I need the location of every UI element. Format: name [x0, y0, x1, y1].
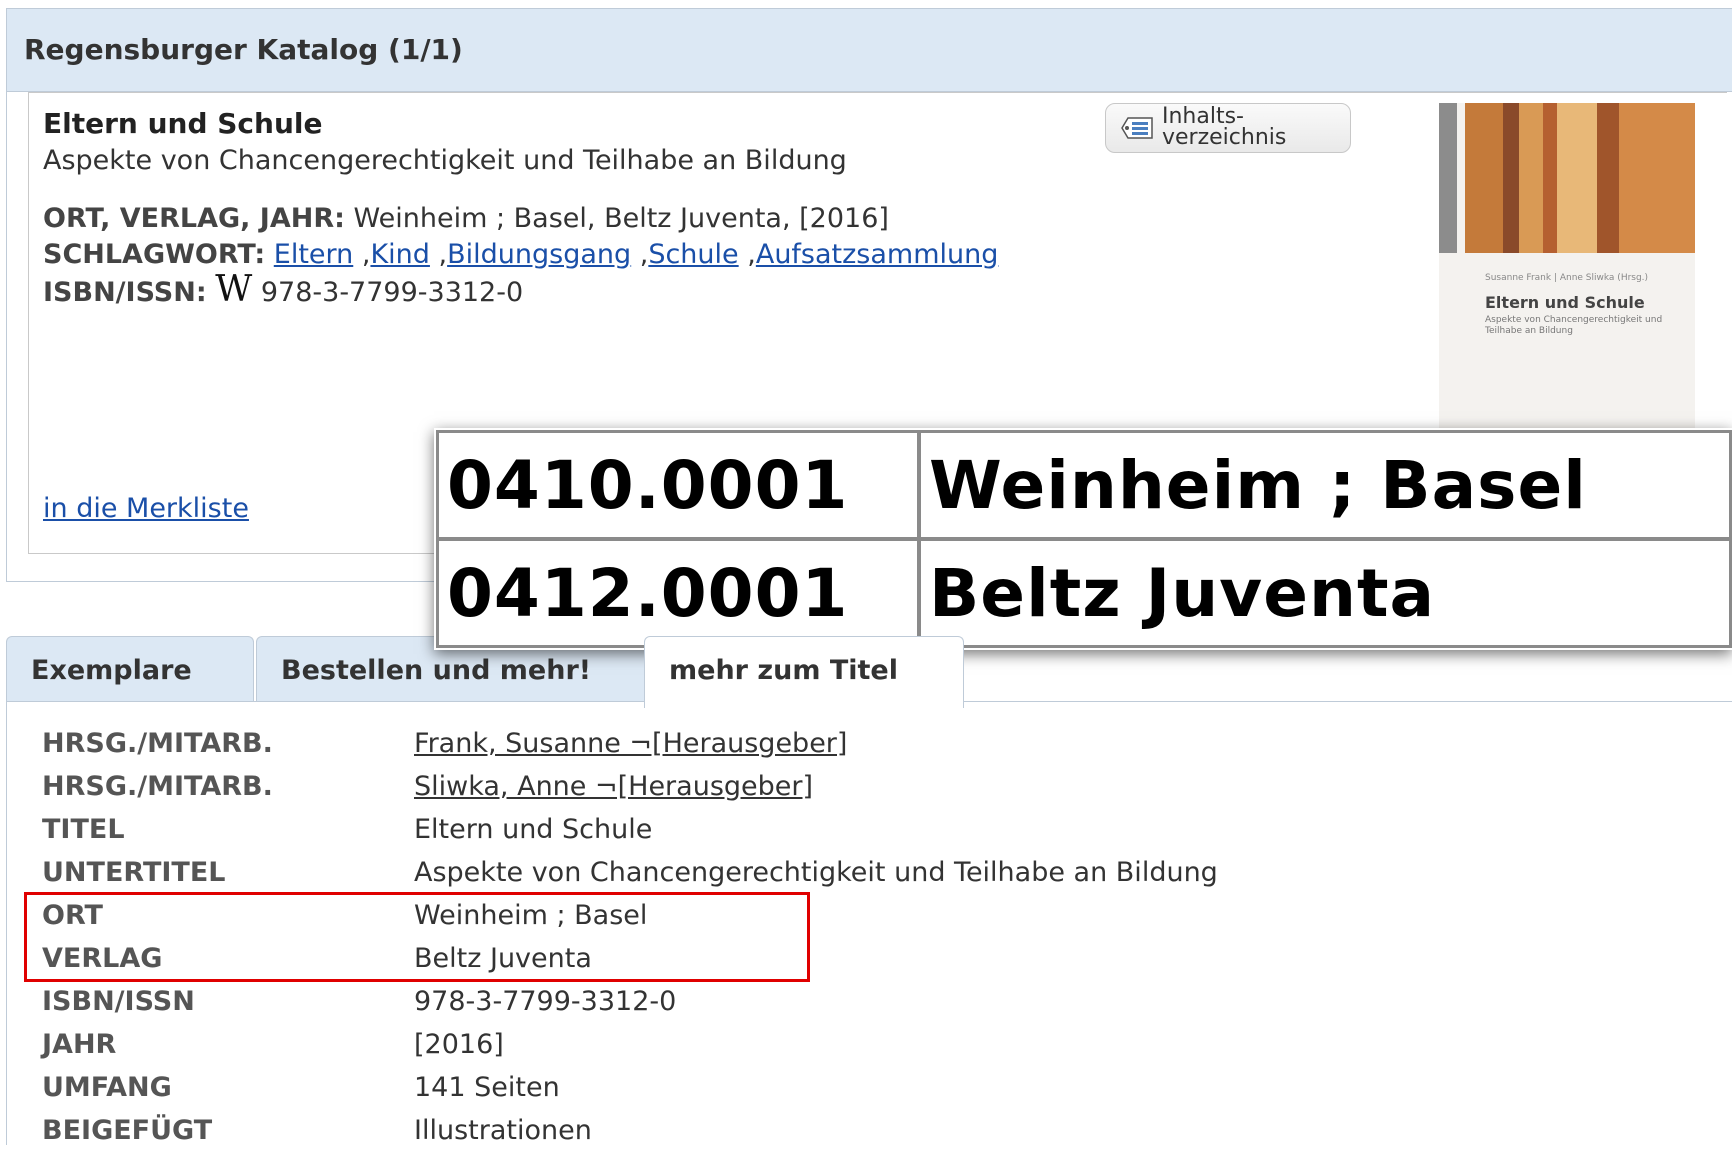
- schlagwort-link-bildungsgang[interactable]: Bildungsgang: [447, 239, 631, 270]
- schlagwort-line: SCHLAGWORT: Eltern ,Kind ,Bildungsgang ,…: [43, 239, 999, 270]
- field-row: UMFANG 141 Seiten: [42, 1072, 1642, 1114]
- wikipedia-icon[interactable]: W: [215, 269, 252, 310]
- ort-verlag-jahr-line: ORT, VERLAG, JAHR: Weinheim ; Basel, Bel…: [43, 203, 889, 234]
- field-value: Illustrationen: [414, 1115, 592, 1146]
- field-row: TITEL Eltern und Schule: [42, 814, 1642, 856]
- panel-title: Regensburger Katalog (1/1): [24, 33, 463, 66]
- zoomed-marc-fields-overlay: 0410.0001 Weinheim ; Basel 0412.0001 Bel…: [434, 428, 1732, 650]
- field-label: BEIGEFÜGT: [42, 1115, 213, 1146]
- field-row: ISBN/ISSN 978-3-7799-3312-0: [42, 986, 1642, 1028]
- book-cover-image[interactable]: Susanne Frank | Anne Sliwka (Hrsg.) Elte…: [1439, 103, 1695, 433]
- field-label: TITEL: [42, 814, 125, 845]
- field-row: JAHR [2016]: [42, 1029, 1642, 1071]
- isbn-label: ISBN/ISSN:: [43, 277, 207, 308]
- schlagwort-label: SCHLAGWORT:: [43, 239, 266, 270]
- field-value-link[interactable]: Frank, Susanne ¬[Herausgeber]: [414, 728, 847, 759]
- schlagwort-link-kind[interactable]: Kind: [370, 239, 429, 270]
- isbn-line: ISBN/ISSN: W 978-3-7799-3312-0: [43, 269, 523, 310]
- schlagwort-link-schule[interactable]: Schule: [648, 239, 738, 270]
- field-value: 978-3-7799-3312-0: [414, 986, 677, 1017]
- field-value: Aspekte von Chancengerechtigkeit und Tei…: [414, 857, 1218, 888]
- field-label: JAHR: [42, 1029, 117, 1060]
- field-label: ISBN/ISSN: [42, 986, 195, 1017]
- cover-title: Eltern und Schule: [1485, 293, 1645, 312]
- ort-verlag-jahr-label: ORT, VERLAG, JAHR:: [43, 203, 345, 234]
- field-label: HRSG./MITARB.: [42, 771, 273, 802]
- tab-exemplare[interactable]: Exemplare: [6, 636, 254, 702]
- ort-verlag-jahr-value: Weinheim ; Basel, Beltz Juventa, [2016]: [353, 203, 889, 234]
- marc-code-cell: 0412.0001: [436, 538, 920, 648]
- field-row: BEIGEFÜGT Illustrationen: [42, 1115, 1642, 1157]
- ort-verlag-highlight-box: [24, 892, 810, 982]
- field-row: HRSG./MITARB. Frank, Susanne ¬[Herausgeb…: [42, 728, 1642, 770]
- document-list-icon: [1121, 117, 1153, 139]
- marc-value-cell: Beltz Juventa: [918, 538, 1732, 648]
- isbn-value: 978-3-7799-3312-0: [260, 277, 524, 308]
- add-to-merkliste-link[interactable]: in die Merkliste: [43, 493, 249, 524]
- record-title: Eltern und Schule: [43, 107, 323, 140]
- panel-header: Regensburger Katalog (1/1): [7, 9, 1732, 92]
- field-label: UNTERTITEL: [42, 857, 226, 888]
- field-value: 141 Seiten: [414, 1072, 560, 1103]
- table-of-contents-button[interactable]: Inhalts- verzeichnis: [1105, 103, 1351, 153]
- field-label: UMFANG: [42, 1072, 172, 1103]
- cover-subtitle: Aspekte von Chancengerechtigkeit und Tei…: [1485, 315, 1663, 336]
- field-label: HRSG./MITARB.: [42, 728, 273, 759]
- field-value-link[interactable]: Sliwka, Anne ¬[Herausgeber]: [414, 771, 813, 802]
- schlagwort-link-eltern[interactable]: Eltern: [274, 239, 354, 270]
- field-value: [2016]: [414, 1029, 504, 1060]
- marc-value-cell: Weinheim ; Basel: [918, 430, 1732, 540]
- schlagwort-link-aufsatzsammlung[interactable]: Aufsatzsammlung: [756, 239, 999, 270]
- toc-button-label: Inhalts- verzeichnis: [1162, 104, 1287, 150]
- record-subtitle: Aspekte von Chancengerechtigkeit und Tei…: [43, 145, 847, 176]
- cover-authors: Susanne Frank | Anne Sliwka (Hrsg.): [1485, 273, 1649, 283]
- marc-code-cell: 0410.0001: [436, 430, 920, 540]
- tab-mehr-zum-titel[interactable]: mehr zum Titel: [644, 636, 964, 708]
- field-value: Eltern und Schule: [414, 814, 653, 845]
- field-row: HRSG./MITARB. Sliwka, Anne ¬[Herausgeber…: [42, 771, 1642, 813]
